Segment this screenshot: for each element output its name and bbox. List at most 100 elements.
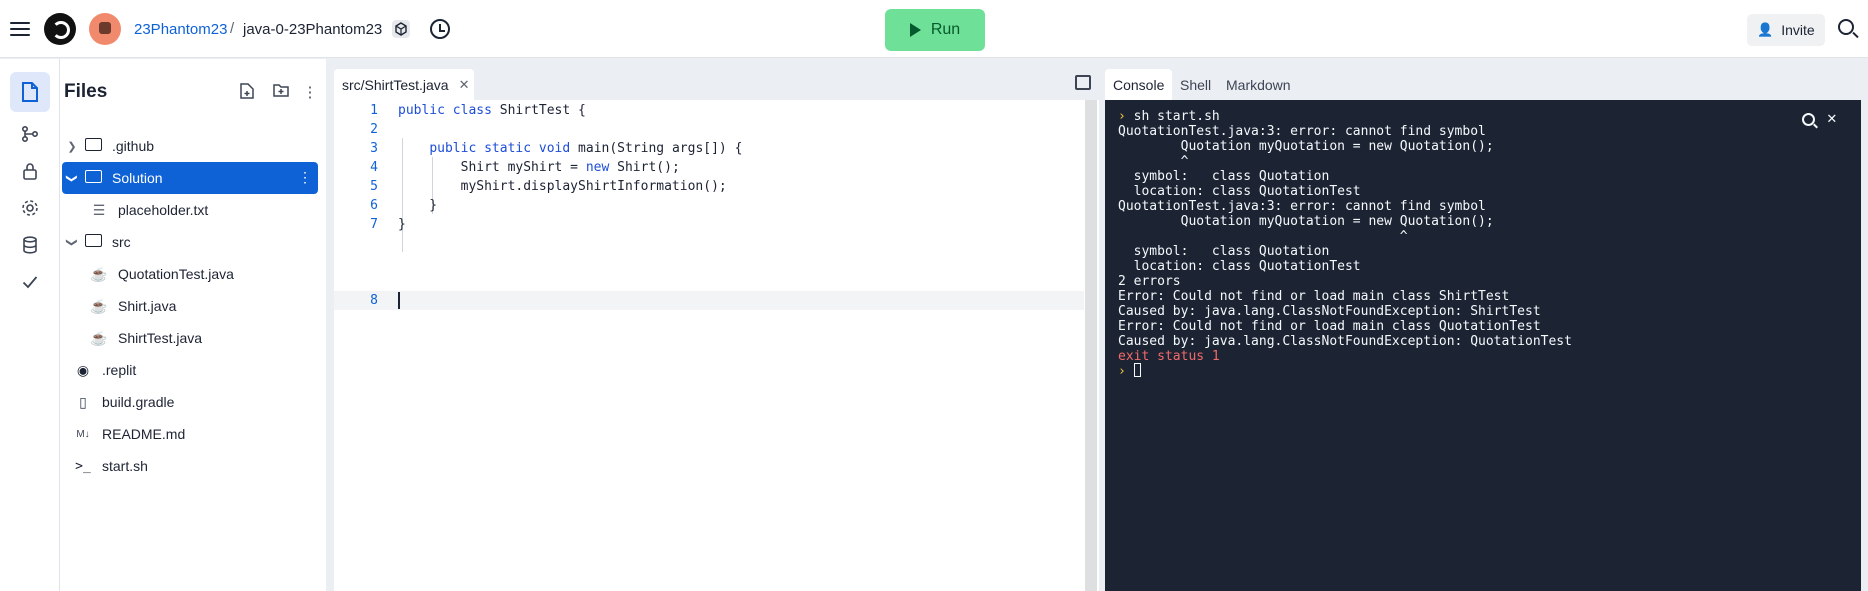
tool-rail (0, 59, 60, 591)
line-number: 2 (370, 122, 378, 137)
tree-item-label: ShirtTest.java (118, 330, 203, 346)
database-icon[interactable] (10, 225, 50, 265)
tree-item-start-sh[interactable]: >_ start.sh (62, 450, 318, 482)
editor-tab-bar: src/ShirtTest.java ✕ (334, 59, 1099, 100)
tree-item-shirt[interactable]: ☕ Shirt.java (62, 290, 318, 322)
close-icon[interactable]: ✕ (1827, 108, 1837, 127)
invite-button[interactable]: 👤 Invite (1747, 14, 1825, 46)
new-folder-icon[interactable] (271, 83, 291, 103)
cube-icon[interactable] (392, 20, 410, 38)
tree-item-label: README.md (102, 426, 186, 442)
console-output[interactable]: ✕ › sh start.sh QuotationTest.java:3: err… (1105, 100, 1861, 591)
line-number: 4 (370, 160, 378, 175)
tree-item-label: build.gradle (102, 394, 175, 410)
tree-item-shirttest[interactable]: ☕ ShirtTest.java (62, 322, 318, 354)
java-file-icon: ☕ (90, 265, 108, 282)
run-button[interactable]: Run (885, 9, 985, 51)
console-tab-bar: Console Shell Markdown (1075, 59, 1868, 100)
tree-item-label: Solution (112, 170, 163, 186)
username-link[interactable]: 23Phantom23 (134, 21, 227, 38)
terminal-icon: >_ (75, 458, 91, 474)
tree-item-solution[interactable]: ❯ Solution ⋮ (62, 162, 318, 194)
gear-icon[interactable] (10, 188, 50, 228)
line-number: 3 (370, 141, 378, 156)
replit-file-icon: ◉ (76, 361, 90, 378)
avatar[interactable] (89, 13, 121, 45)
line-number: 8 (370, 293, 378, 308)
lock-icon[interactable] (10, 151, 50, 191)
tab-markdown[interactable]: Markdown (1218, 69, 1299, 100)
console-line: › (1118, 363, 1141, 381)
tree-item-label: src (112, 234, 131, 250)
code-line: } (398, 198, 438, 213)
folder-icon (82, 138, 104, 154)
hamburger-menu-icon[interactable] (10, 19, 30, 39)
folder-icon (82, 170, 104, 186)
add-user-icon: 👤 (1757, 22, 1774, 37)
line-number: 5 (370, 179, 378, 194)
tree-item-label: Shirt.java (118, 298, 177, 314)
tree-item-build-gradle[interactable]: ▯ build.gradle (62, 386, 318, 418)
tree-item-label: .github (112, 138, 155, 154)
tab-shirttest-java[interactable]: src/ShirtTest.java ✕ (334, 69, 474, 100)
tree-item-readme[interactable]: M↓ README.md (62, 418, 318, 450)
files-panel: Files ⋮ ❯ .github ❯ Solution ⋮ ☰ placeho… (60, 59, 326, 591)
search-icon[interactable] (1838, 19, 1854, 35)
new-file-icon[interactable] (237, 83, 257, 103)
tree-item-label: start.sh (102, 458, 148, 474)
console-pane: Console Shell Markdown ✕ › sh start.sh Qu… (1075, 59, 1868, 591)
replit-logo-icon[interactable] (44, 13, 76, 45)
tab-shell[interactable]: Shell (1172, 69, 1219, 100)
chevron-right-icon[interactable]: ❯ (62, 140, 82, 153)
code-line: Shirt myShirt = new Shirt(); (398, 160, 680, 175)
files-tool-icon[interactable] (10, 72, 50, 112)
code-line: myShirt.displayShirtInformation(); (398, 179, 727, 194)
code-line: public static void main(String args[]) { (429, 141, 743, 156)
line-number: 7 (370, 217, 378, 232)
java-file-icon: ☕ (90, 297, 108, 314)
play-icon (909, 23, 921, 37)
checkmark-icon[interactable] (10, 262, 50, 302)
chevron-down-icon[interactable]: ❯ (66, 168, 79, 188)
top-bar: 23Phantom23 / java-0-23Phantom23 Run 👤 I… (0, 0, 1868, 58)
editor-pane: src/ShirtTest.java ✕ 1 2 3 4 5 6 7 8 pub… (334, 59, 1099, 591)
layout-icon[interactable] (1075, 75, 1091, 90)
run-button-label: Run (930, 21, 961, 38)
code-line: } (398, 217, 406, 232)
prompt-icon: › (1118, 109, 1134, 124)
files-more-icon[interactable]: ⋮ (300, 83, 320, 103)
tree-item-label: placeholder.txt (118, 202, 209, 218)
invite-button-label: Invite (1781, 22, 1815, 38)
tab-label: src/ShirtTest.java (342, 76, 449, 93)
markdown-icon: M↓ (76, 428, 90, 440)
search-icon[interactable] (1802, 113, 1815, 126)
tree-item-replit[interactable]: ◉ .replit (62, 354, 318, 386)
tree-item-src[interactable]: ❯ src (62, 226, 318, 258)
chevron-down-icon[interactable]: ❯ (66, 232, 79, 252)
current-line-highlight (334, 291, 1084, 310)
tree-item-quotationtest[interactable]: ☕ QuotationTest.java (62, 258, 318, 290)
code-editor[interactable]: 1 2 3 4 5 6 7 8 public class ShirtTest {… (334, 100, 1084, 591)
code-line: public class ShirtTest { (398, 103, 586, 118)
repl-name[interactable]: java-0-23Phantom23 (243, 21, 382, 38)
close-icon[interactable]: ✕ (459, 77, 470, 93)
tree-item-label: .replit (102, 362, 137, 378)
line-number: 6 (370, 198, 378, 213)
git-icon[interactable] (10, 114, 50, 154)
item-menu-icon[interactable]: ⋮ (298, 169, 312, 186)
tree-item-label: QuotationTest.java (118, 266, 234, 282)
text-file-icon: ☰ (92, 201, 106, 218)
files-panel-title: Files (64, 81, 108, 102)
tab-console[interactable]: Console (1105, 69, 1173, 100)
history-icon[interactable] (430, 19, 450, 39)
prompt-icon: › (1118, 364, 1134, 379)
tree-item-github[interactable]: ❯ .github (62, 130, 318, 162)
tree-item-placeholder[interactable]: ☰ placeholder.txt (62, 194, 318, 226)
editor-scrollbar[interactable] (1085, 100, 1097, 591)
file-tree: ❯ .github ❯ Solution ⋮ ☰ placeholder.txt… (62, 130, 318, 482)
text-cursor (398, 292, 400, 309)
folder-icon (82, 234, 104, 250)
terminal-cursor (1133, 363, 1141, 377)
file-icon: ▯ (79, 393, 87, 410)
breadcrumb-separator: / (230, 20, 235, 37)
